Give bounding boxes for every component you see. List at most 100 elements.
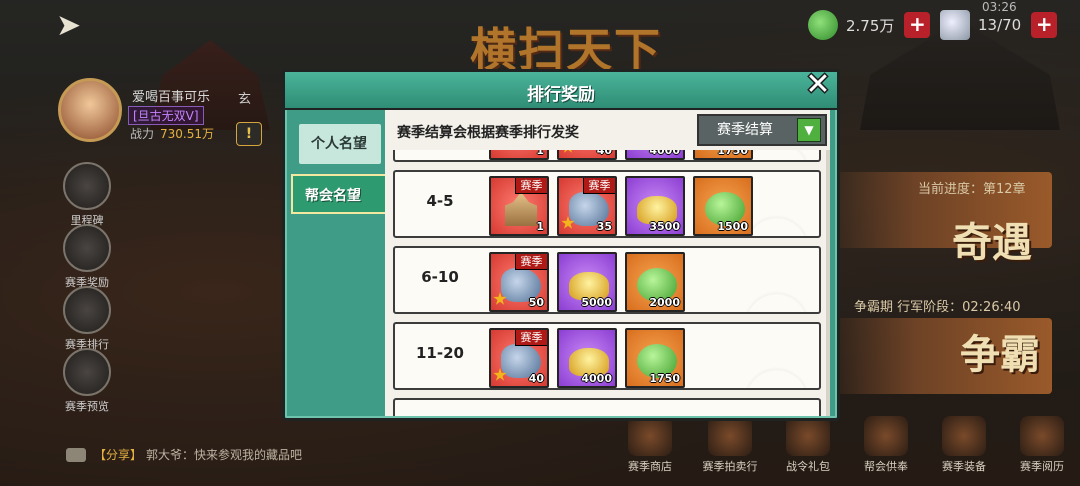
jade-resource: 2.75万 + [808,10,931,40]
battle-pass-button[interactable]: 战令礼包 [770,416,846,474]
reward-items: 1 40 4000 1750 [489,150,753,160]
season-equipment-button[interactable]: 赛季装备 [926,416,1002,474]
season-badge: 赛季 [515,254,547,270]
reward-row: 4-5 赛季 1 赛季 35 3500 1500 [393,170,821,238]
close-icon[interactable]: ✕ [801,69,835,103]
reward-item-dragon[interactable]: 40 [557,150,617,160]
reward-items: 赛季 50 5000 2000 [489,252,685,312]
item-quantity: 3500 [649,220,680,233]
reward-item-jade[interactable]: 2000 [625,252,685,312]
avatar[interactable] [58,78,122,142]
power-value: 730.51万 [160,127,215,141]
season-preview-button[interactable]: 赛季预览 [58,348,116,414]
reward-item-jade[interactable]: 1500 [693,176,753,236]
chevron-down-icon: ▼ [797,118,821,142]
equipment-icon [942,416,986,456]
shop-icon [628,416,672,456]
season-shop-label: 赛季商店 [628,460,672,473]
player-power: 战力 730.51万 [130,125,214,142]
season-equipment-label: 赛季装备 [942,460,986,473]
dominate-label: 争霸 [960,332,1040,378]
dialog-title: 排行奖励 [527,85,595,105]
item-quantity: 1750 [717,150,748,157]
rank-range: 6-10 [421,268,459,286]
share-text: 郭大爷：快来参观我的藏品吧 [146,448,303,462]
castle-icon [505,192,537,226]
preview-icon [63,348,111,396]
jade-icon [808,10,838,40]
player-title: [旦古无双V] [128,106,204,125]
item-quantity: 5000 [581,296,612,309]
tab-personal-prestige[interactable]: 个人名望 [299,124,381,164]
reward-item-ingot[interactable]: 3500 [625,176,685,236]
add-jade-button[interactable]: + [904,12,931,38]
progress-text: 当前进度：第12章 [918,182,1026,197]
stamina-resource: 13/70 + [940,10,1058,40]
reward-content: 赛季结算会根据赛季排行发奖 赛季结算 ▼ 1 40 4000 1750 4-5 赛季 1… [385,110,830,416]
reward-row-partial: 1 40 4000 1750 [393,150,821,162]
power-label: 战力 [130,127,155,141]
season-reward-button[interactable]: 赛季奖励 [58,224,116,290]
reward-row: 6-10 赛季 50 5000 2000 [393,246,821,314]
item-quantity: 2000 [649,296,680,309]
ranking-icon [63,286,111,334]
reward-item-dragon[interactable]: 赛季 40 [489,328,549,388]
reward-item-ingot[interactable]: 4000 [625,150,685,160]
season-preview-label: 赛季预览 [65,400,109,413]
battle-pass-label: 战令礼包 [786,460,830,473]
reward-items: 赛季 40 4000 1750 [489,328,685,388]
battle-pass-icon [786,416,830,456]
share-tag: 【分享】 [94,448,143,462]
season-shop-button[interactable]: 赛季商店 [612,416,688,474]
stamina-amount: 13/70 [978,16,1022,34]
dropdown-value: 赛季结算 [717,122,773,138]
back-arrow-icon[interactable]: ➤ [56,11,106,41]
experience-icon [1020,416,1064,456]
reward-item-jade[interactable]: 1750 [693,150,753,160]
warning-icon[interactable]: ! [236,122,262,146]
gift-icon [63,224,111,272]
scrollbar[interactable] [826,150,830,416]
reward-description: 赛季结算会根据赛季排行发奖 [397,125,579,141]
reward-item-jade[interactable]: 1750 [625,328,685,388]
item-quantity: 40 [528,372,544,385]
guild-offering-button[interactable]: 帮会供奉 [848,416,924,474]
milestone-icon [63,162,111,210]
season-badge: 赛季 [583,178,615,194]
settlement-dropdown[interactable]: 赛季结算 ▼ [697,114,827,146]
reward-list[interactable]: 1 40 4000 1750 4-5 赛季 1 赛季 35 3500 1500 6-10 赛季 5… [393,150,823,416]
add-stamina-button[interactable]: + [1031,12,1058,38]
item-quantity: 1 [536,220,544,233]
auction-button[interactable]: 赛季拍卖行 [692,416,768,474]
tab-guild-prestige[interactable]: 帮会名望 [291,174,387,214]
reward-item-dragon[interactable]: 赛季 35 [557,176,617,236]
reward-tabs: 个人名望 帮会名望 [291,124,387,224]
share-message[interactable]: 【分享】 郭大爷：快来参观我的藏品吧 [66,446,302,463]
item-quantity: 1500 [717,220,748,233]
item-quantity: 1750 [649,372,680,385]
reward-item-dragon[interactable]: 赛季 50 [489,252,549,312]
reward-item-castle[interactable]: 1 [489,150,549,160]
auction-icon [708,416,752,456]
offering-icon [864,416,908,456]
reward-item-castle[interactable]: 赛季 1 [489,176,549,236]
item-quantity: 40 [596,150,612,157]
stamina-icon [940,10,970,40]
jade-amount: 2.75万 [846,16,895,35]
auction-label: 赛季拍卖行 [702,460,758,473]
season-badge: 赛季 [515,178,547,194]
season-experience-button[interactable]: 赛季阅历 [1004,416,1080,474]
rank-range: 4-5 [426,192,454,210]
phase-text: 争霸期 行军阶段：02:26:40 [854,300,1021,315]
dialog-header: 排行奖励 [285,72,837,110]
chat-icon [66,447,86,462]
alliance-name: 玄 [238,92,252,107]
season-badge: 赛季 [515,330,547,346]
reward-item-ingot[interactable]: 5000 [557,252,617,312]
milestone-button[interactable]: 里程碑 [58,162,116,228]
season-ranking-button[interactable]: 赛季排行 [58,286,116,352]
reward-item-ingot[interactable]: 4000 [557,328,617,388]
item-quantity: 35 [596,220,612,233]
item-quantity: 4000 [649,150,680,157]
item-quantity: 1 [536,150,544,157]
